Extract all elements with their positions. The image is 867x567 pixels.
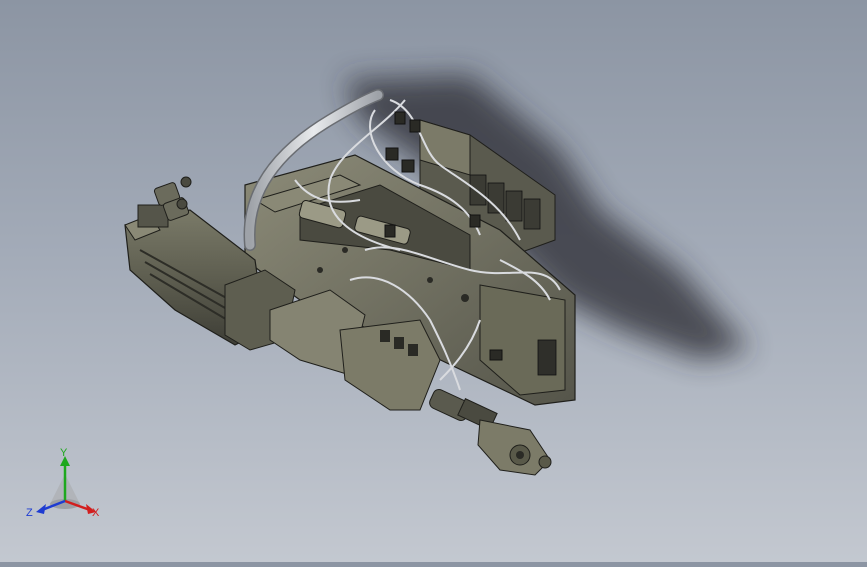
triad-z-label: Z xyxy=(26,507,33,519)
cad-model-view[interactable] xyxy=(0,0,867,562)
triad-y-label: Y xyxy=(60,447,68,459)
triad-x-label: X xyxy=(92,507,100,519)
view-orientation-triad[interactable]: Y X Z xyxy=(20,446,110,526)
graphics-viewport[interactable] xyxy=(0,0,867,562)
